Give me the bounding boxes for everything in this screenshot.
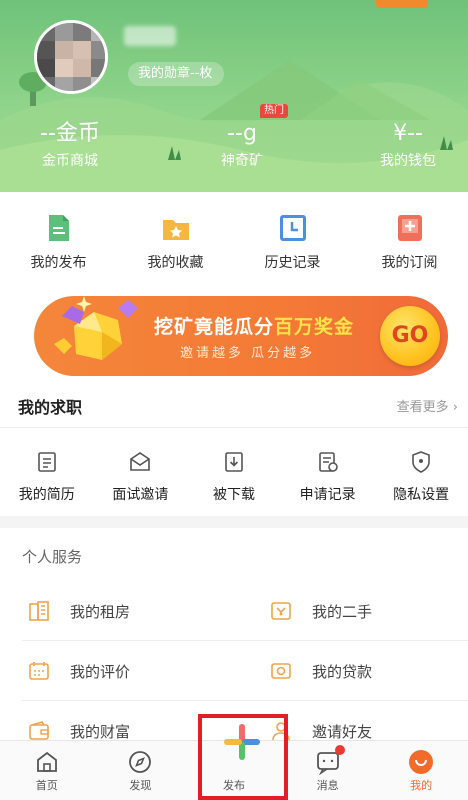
profile-icon	[409, 750, 434, 774]
nav-label: 发现	[129, 779, 152, 792]
mail-icon	[130, 452, 151, 471]
stat-coins[interactable]: --金币 金币商城	[10, 120, 130, 170]
banner-subtitle: 邀请越多 瓜分越多	[180, 346, 316, 361]
banner-title-main: 挖矿竟能瓜分	[154, 316, 275, 338]
home-icon	[36, 751, 57, 772]
nav-discover[interactable]: 发现	[94, 741, 188, 800]
medal-pill[interactable]: 我的勋章--枚	[128, 62, 225, 86]
wallet-value: ¥--	[393, 121, 423, 146]
unread-dot	[334, 745, 345, 755]
rating-icon	[29, 662, 49, 680]
quick-history[interactable]: 历史记录	[234, 192, 351, 288]
service-label: 我的二手	[312, 602, 373, 621]
job-label: 我的简历	[18, 487, 75, 503]
job-actions: 我的简历 面试邀请 被下载 申请记录 隐私设置	[0, 428, 468, 516]
building-icon	[29, 601, 49, 621]
nav-label: 我的	[410, 779, 433, 792]
service-label: 我的租房	[70, 602, 131, 621]
job-application-records[interactable]: 申请记录	[281, 428, 375, 516]
coins-label: 金币商城	[42, 153, 98, 169]
wallet-icon	[29, 721, 49, 740]
quick-label: 我的收藏	[147, 255, 204, 271]
username-blurred	[124, 26, 176, 46]
banner-title-highlight: 百万奖金	[274, 316, 355, 338]
job-see-more-link[interactable]: 查看更多 ›	[397, 396, 458, 415]
quick-actions: 我的发布 我的收藏 历史记录 我的订阅	[0, 192, 468, 288]
nav-label: 消息	[316, 779, 339, 792]
job-privacy-settings[interactable]: 隐私设置	[374, 428, 468, 516]
quick-favorites[interactable]: 我的收藏	[117, 192, 234, 288]
job-interview-invites[interactable]: 面试邀请	[94, 428, 188, 516]
quick-subscribe[interactable]: 我的订阅	[351, 192, 468, 288]
medal-text: 我的勋章--枚	[138, 66, 213, 81]
nav-label: 首页	[35, 779, 58, 792]
job-section-title: 我的求职	[18, 398, 83, 417]
service-label: 邀请好友	[312, 722, 373, 741]
gold-ore-icon	[54, 296, 138, 360]
nav-profile[interactable]: 我的	[374, 741, 468, 800]
job-resume[interactable]: 我的简历	[0, 428, 94, 516]
compass-icon	[129, 751, 152, 773]
profile-header: 我的勋章--枚 --金币 金币商城 --g 神奇矿 热门 ¥-- 我的钱包	[0, 0, 468, 192]
quick-label: 我的发布	[30, 255, 87, 271]
loan-icon	[271, 663, 291, 679]
service-label: 我的贷款	[312, 662, 373, 681]
service-rental[interactable]: 我的租房	[28, 600, 248, 622]
stat-mine[interactable]: --g 神奇矿	[182, 120, 302, 170]
job-downloaded[interactable]: 被下载	[187, 428, 281, 516]
hot-badge: 热门	[260, 104, 288, 118]
plus-icon[interactable]	[222, 722, 262, 762]
quick-label: 历史记录	[264, 255, 321, 271]
folder-star-icon	[162, 220, 189, 240]
service-label: 我的评价	[70, 662, 131, 681]
promo-banner-area: 挖矿竟能瓜分百万奖金 邀请越多 瓜分越多 GO	[0, 288, 468, 384]
document-icon	[48, 215, 69, 241]
service-loan[interactable]: 我的贷款	[270, 660, 468, 682]
quick-label: 我的订阅	[381, 255, 438, 271]
service-label: 我的财富	[70, 722, 131, 741]
job-label: 隐私设置	[393, 487, 450, 503]
subscribe-icon	[397, 215, 422, 241]
record-icon	[318, 452, 338, 472]
service-secondhand[interactable]: 我的二手	[270, 600, 468, 622]
coins-value: --金币	[40, 121, 100, 146]
clock-icon	[279, 215, 306, 241]
shield-icon	[412, 451, 430, 473]
wallet-label: 我的钱包	[380, 153, 436, 169]
resume-icon	[37, 452, 56, 472]
divider	[22, 700, 468, 701]
secondhand-icon	[271, 602, 291, 620]
divider	[22, 640, 468, 641]
service-invite-friends[interactable]: 邀请好友	[270, 720, 468, 742]
promo-banner[interactable]: 挖矿竟能瓜分百万奖金 邀请越多 瓜分越多 GO	[34, 296, 448, 376]
job-label: 被下载	[212, 487, 255, 503]
avatar[interactable]	[34, 20, 108, 94]
quick-my-posts[interactable]: 我的发布	[0, 192, 117, 288]
job-label: 面试邀请	[112, 487, 169, 503]
job-section-header: 我的求职 查看更多 ›	[0, 384, 468, 428]
personal-services: 个人服务 我的租房 我的二手 我的评价 我的贷款 我的财富 邀请好友	[0, 528, 468, 742]
job-label: 申请记录	[299, 487, 356, 503]
nav-home[interactable]: 首页	[0, 741, 94, 800]
stat-wallet[interactable]: ¥-- 我的钱包	[348, 120, 468, 170]
go-button[interactable]: GO	[380, 306, 440, 366]
service-reviews[interactable]: 我的评价	[28, 660, 248, 682]
corner-tag	[376, 0, 428, 8]
mine-label: 神奇矿	[221, 153, 263, 169]
nav-messages[interactable]: 消息	[281, 741, 375, 800]
mine-value: --g	[227, 121, 257, 146]
download-icon	[225, 452, 243, 472]
banner-title: 挖矿竟能瓜分百万奖金	[154, 312, 354, 339]
services-title: 个人服务	[22, 548, 83, 566]
